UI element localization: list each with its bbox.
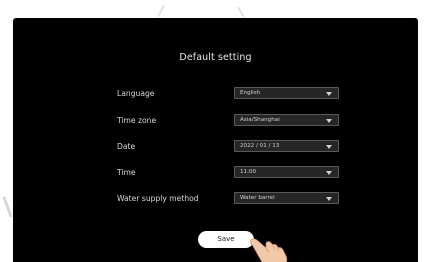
setting-row-water-supply: Water supply method Water barrel <box>117 192 347 205</box>
watermark-stroke <box>156 4 166 18</box>
setting-row-time-zone: Time zone Asia/Shanghai <box>117 114 347 127</box>
water-supply-method-select[interactable]: Water barrel <box>234 192 339 204</box>
chevron-down-icon <box>326 91 332 96</box>
time-zone-value: Asia/Shanghai <box>240 117 280 123</box>
chevron-down-icon <box>326 196 332 201</box>
time-select[interactable]: 11:00 <box>234 166 339 178</box>
chevron-down-icon <box>326 170 332 175</box>
time-label: Time <box>117 168 136 177</box>
language-value: English <box>240 90 261 96</box>
chevron-down-icon <box>326 144 332 149</box>
device-screen: Default setting Language English Time zo… <box>13 18 418 262</box>
water-supply-method-label: Water supply method <box>117 194 199 203</box>
watermark-stroke <box>237 6 245 18</box>
hand-pointer-icon <box>250 238 288 262</box>
time-zone-label: Time zone <box>117 116 157 125</box>
watermark-stroke <box>2 196 13 218</box>
setting-row-language: Language English <box>117 87 347 100</box>
setting-row-date: Date 2022 / 01 / 13 <box>117 140 347 153</box>
page: Default setting Language English Time zo… <box>0 0 434 262</box>
water-supply-method-value: Water barrel <box>240 195 275 201</box>
date-label: Date <box>117 142 136 151</box>
time-value: 11:00 <box>240 169 257 175</box>
date-select[interactable]: 2022 / 01 / 13 <box>234 140 339 152</box>
time-zone-select[interactable]: Asia/Shanghai <box>234 114 339 126</box>
language-select[interactable]: English <box>234 87 339 99</box>
language-label: Language <box>117 89 155 98</box>
save-button[interactable]: Save <box>198 231 254 248</box>
dialog-title: Default setting <box>179 52 252 63</box>
chevron-down-icon <box>326 118 332 123</box>
setting-row-time: Time 11:00 <box>117 166 347 179</box>
date-value: 2022 / 01 / 13 <box>240 143 280 149</box>
